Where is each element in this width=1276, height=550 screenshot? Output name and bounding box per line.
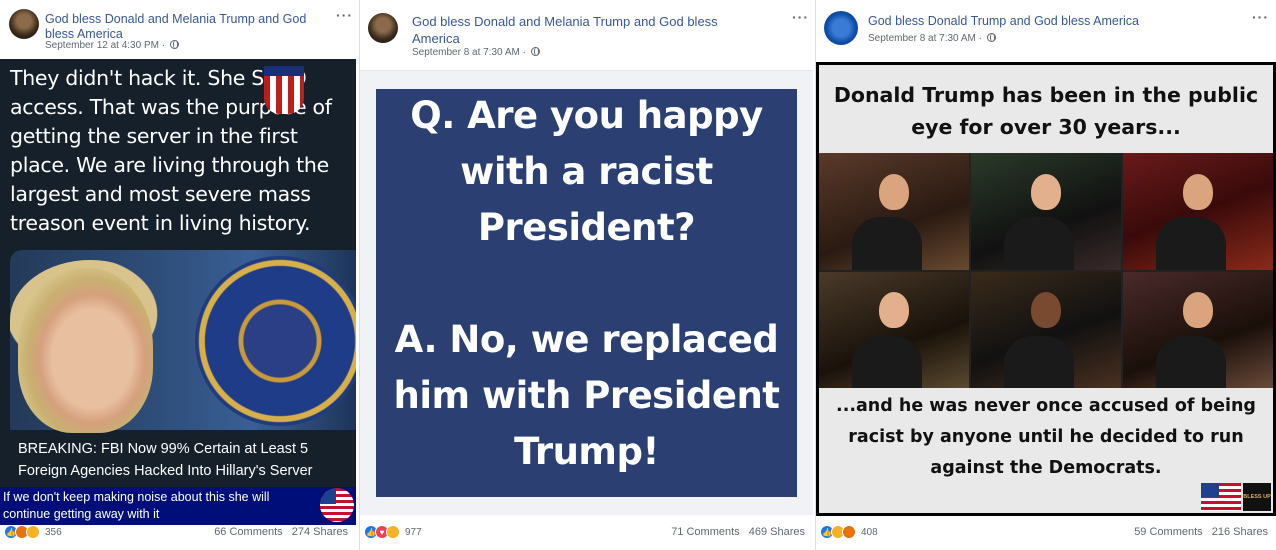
bless-up-logo: BLESS UP — [1243, 483, 1271, 511]
news-headline: BREAKING: FBI Now 99% Certain at Least 5… — [18, 441, 313, 479]
collage-photo — [971, 153, 1121, 270]
haha-reaction-icon — [386, 525, 400, 539]
image-frame: Donald Trump has been in the public eye … — [816, 62, 1276, 516]
collage-photo — [1123, 153, 1273, 270]
page-name-link[interactable]: God bless Donald and Melania Trump and G… — [45, 12, 325, 42]
post-timestamp[interactable]: September 8 at 7:30 AM · — [412, 47, 540, 59]
post-footer: 👍 356 66 Comments 274 Shares — [0, 516, 356, 550]
post-3: God bless Donald Trump and God bless Ame… — [815, 0, 1276, 550]
engagement-stats: 66 Comments 274 Shares — [208, 526, 348, 538]
seal-shield-icon — [264, 66, 304, 114]
timestamp-text: September 8 at 7:30 AM · — [412, 47, 529, 58]
angry-reaction-icon — [842, 525, 856, 539]
photo-collage — [819, 153, 1273, 388]
more-options-icon[interactable]: ··· — [336, 8, 353, 22]
page-avatar[interactable] — [824, 11, 858, 45]
meme-image[interactable]: Donald Trump has been in the public eye … — [819, 65, 1273, 513]
post-footer: 👍 408 59 Comments 216 Shares — [816, 516, 1276, 550]
reaction-count: 356 — [45, 526, 62, 538]
portrait-face — [18, 268, 153, 433]
post-timestamp[interactable]: September 8 at 7:30 AM · — [868, 33, 996, 45]
answer-text: A. No, we replaced him with President Tr… — [393, 318, 780, 473]
question-text: Q. Are you happy with a racist President… — [410, 94, 763, 249]
shares-count-link[interactable]: 469 Shares — [749, 526, 805, 538]
news-link-card: BREAKING: FBI Now 99% Certain at Least 5… — [10, 250, 356, 490]
us-flag-icon — [1201, 483, 1241, 511]
collage-photo — [1123, 271, 1273, 388]
reactions-summary[interactable]: 👍 356 — [4, 525, 62, 539]
engagement-stats: 59 Comments 216 Shares — [1128, 526, 1268, 538]
reactions-summary[interactable]: 👍 408 — [820, 525, 878, 539]
post-2: God bless Donald and Melania Trump and G… — [359, 0, 813, 550]
reaction-count: 977 — [405, 526, 422, 538]
engagement-stats: 71 Comments 469 Shares — [665, 526, 805, 538]
meme-top-text: Donald Trump has been in the public eye … — [833, 83, 1259, 139]
collage-photo — [971, 271, 1121, 388]
comments-count-link[interactable]: 71 Comments — [671, 526, 739, 538]
more-options-icon[interactable]: ··· — [1252, 10, 1269, 24]
globe-icon — [530, 47, 540, 56]
collage-photo — [819, 153, 969, 270]
more-options-icon[interactable]: ··· — [792, 10, 809, 24]
collage-photo — [819, 271, 969, 388]
page-avatar[interactable] — [9, 9, 39, 39]
page-avatar[interactable] — [368, 13, 398, 43]
reactions-summary[interactable]: 👍 ♥ 977 — [364, 525, 422, 539]
comments-count-link[interactable]: 66 Comments — [214, 526, 282, 538]
reaction-count: 408 — [861, 526, 878, 538]
comments-count-link[interactable]: 59 Comments — [1134, 526, 1202, 538]
post-footer: 👍 ♥ 977 71 Comments 469 Shares — [360, 516, 813, 550]
page-name-link[interactable]: God bless Donald and Melania Trump and G… — [412, 13, 752, 47]
fbi-seal-image — [195, 256, 356, 426]
post-1: God bless Donald and Melania Trump and G… — [0, 0, 356, 550]
globe-icon — [986, 33, 996, 42]
globe-icon — [169, 40, 179, 49]
meme-bottom-text: ...and he was never once accused of bein… — [836, 396, 1256, 478]
shares-count-link[interactable]: 274 Shares — [292, 526, 348, 538]
wow-reaction-icon — [26, 525, 40, 539]
timestamp-text: September 8 at 7:30 AM · — [868, 33, 985, 44]
timestamp-text: September 12 at 4:30 PM · — [45, 40, 168, 51]
news-image — [10, 250, 356, 433]
post-timestamp[interactable]: September 12 at 4:30 PM · — [45, 40, 179, 52]
shares-count-link[interactable]: 216 Shares — [1212, 526, 1268, 538]
page-name-link[interactable]: God bless Donald Trump and God bless Ame… — [868, 14, 1228, 29]
